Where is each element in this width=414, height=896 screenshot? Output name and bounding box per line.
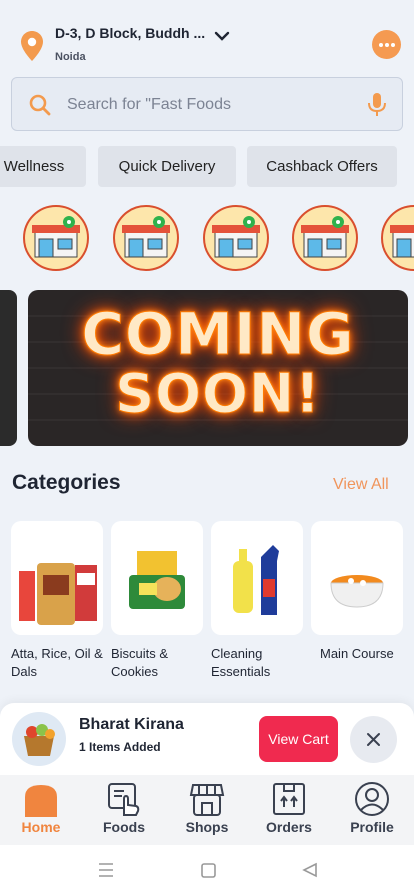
promo-banner[interactable]: COMING SOON! <box>28 290 408 446</box>
store-avatar[interactable] <box>381 205 414 271</box>
cart-bar: Bharat Kirana 1 Items Added View Cart <box>0 703 414 775</box>
header: D-3, D Block, Buddh ... Noida <box>0 22 414 70</box>
cleaning-image <box>233 545 279 615</box>
nav-profile[interactable]: Profile <box>337 775 407 845</box>
category-label: Biscuits & Cookies <box>111 646 169 679</box>
location-pin-icon[interactable] <box>19 30 45 62</box>
status-bar <box>0 0 414 12</box>
nav-orders[interactable]: Orders <box>254 775 324 845</box>
categories-title: Categories <box>12 471 121 494</box>
shop-icon <box>189 784 225 816</box>
bottom-navigation: Home Foods Shops Orders Profile <box>0 775 414 845</box>
home-button-icon[interactable] <box>201 863 216 878</box>
close-icon[interactable] <box>350 716 397 763</box>
cart-shop-thumbnail <box>12 712 66 766</box>
chevron-down-icon[interactable] <box>214 28 230 44</box>
back-icon[interactable] <box>302 862 317 878</box>
recents-icon[interactable] <box>99 863 113 877</box>
search-icon <box>29 94 51 116</box>
biscuits-image <box>129 551 185 609</box>
system-navigation-bar <box>0 845 414 896</box>
store-avatar[interactable] <box>292 205 358 271</box>
cart-shop-name: Bharat Kirana <box>79 716 184 733</box>
category-label: Main Course <box>320 646 394 661</box>
chip-wellness[interactable]: Wellness <box>0 146 86 187</box>
category-card-atta-rice[interactable] <box>11 521 103 635</box>
category-card-main-course[interactable] <box>311 521 403 635</box>
city-text: Noida <box>55 51 86 63</box>
chat-bubble-icon[interactable] <box>372 30 401 59</box>
nav-foods[interactable]: Foods <box>89 775 159 845</box>
search-input[interactable]: Search for "Fast Foods <box>67 96 231 114</box>
banner-prev-slide[interactable] <box>0 290 17 446</box>
address-text[interactable]: D-3, D Block, Buddh ... <box>55 25 205 41</box>
main-course-image <box>330 575 384 608</box>
view-all-link[interactable]: View All <box>333 476 389 494</box>
foods-icon <box>108 783 140 816</box>
category-label: Cleaning Essentials <box>211 646 271 679</box>
store-carousel <box>0 205 414 273</box>
home-icon <box>25 785 57 817</box>
banner-line-1: COMING <box>81 300 355 369</box>
nav-shops[interactable]: Shops <box>172 775 242 845</box>
view-cart-button[interactable]: View Cart <box>259 716 338 762</box>
orders-icon <box>273 783 305 815</box>
store-avatar[interactable] <box>203 205 269 271</box>
profile-icon <box>355 782 389 816</box>
category-label: Atta, Rice, Oil & Dals <box>11 646 103 679</box>
microphone-icon[interactable] <box>366 92 388 118</box>
store-avatar[interactable] <box>113 205 179 271</box>
category-card-cleaning[interactable] <box>211 521 303 635</box>
cart-items-count: 1 Items Added <box>79 740 161 754</box>
filter-chips: Wellness Quick Delivery Cashback Offers <box>0 146 414 187</box>
category-card-biscuits[interactable] <box>111 521 203 635</box>
chip-quick-delivery[interactable]: Quick Delivery <box>98 146 236 187</box>
nav-home[interactable]: Home <box>6 775 76 845</box>
search-bar[interactable]: Search for "Fast Foods <box>11 77 403 131</box>
store-avatar[interactable] <box>23 205 89 271</box>
banner-line-2: SOON! <box>115 362 321 426</box>
atta-rice-image <box>19 563 97 625</box>
chip-cashback-offers[interactable]: Cashback Offers <box>247 146 397 187</box>
